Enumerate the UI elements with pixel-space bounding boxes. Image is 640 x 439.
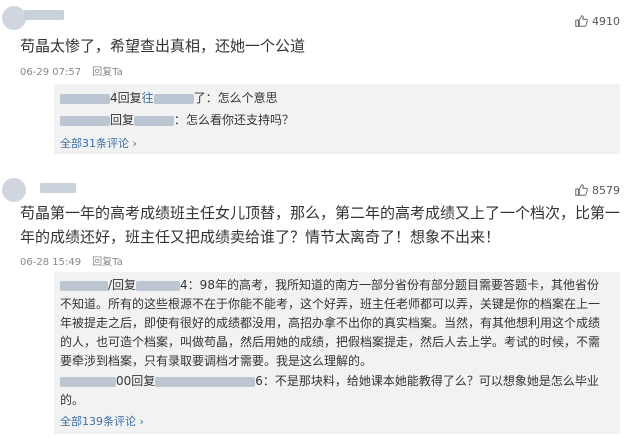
thumbs-up-icon [575,184,588,196]
reply-username[interactable] [60,93,110,104]
like-button[interactable]: 8579 [574,183,620,197]
comment-meta: 06-28 15:49 回复Ta [20,253,123,268]
reply-link[interactable]: 回复Ta [92,257,123,268]
reply-box: /回复 4：98年的高考，我所知道的南方一部分省份有部分题目需要答题卡，其他省份不… [54,272,620,434]
username[interactable] [24,10,64,20]
like-count: 8579 [592,183,620,197]
timestamp: 06-29 07:57 [20,67,82,78]
all-comments-link[interactable]: 全部31条评论 › [60,135,137,151]
mention-username[interactable] [134,115,175,126]
comment-meta: 06-29 07:57 回复Ta [20,63,123,78]
timestamp: 06-28 15:49 [20,257,82,268]
comment-text: 苟晶太惨了，希望查出真相，还她一个公道 [20,37,306,55]
like-button[interactable]: 4910 [574,14,620,28]
comment-text: 苟晶第一年的高考成绩班主任女儿顶替，那么，第二年的高考成绩又上了一个档次，比第一… [20,204,621,246]
reply-item: 00回复 6：不是那块料，给她课本她能教得了么？可以想象她是怎么毕业的。 [60,374,599,407]
reply-username[interactable] [60,115,110,126]
mention-username[interactable] [153,93,194,104]
mention-username[interactable] [155,376,256,387]
thumbs-up-icon [575,15,588,27]
avatar[interactable] [2,6,26,30]
reply-item: /回复 4：98年的高考，我所知道的南方一部分省份有部分题目需要答题卡，其他省份不… [60,278,601,368]
all-comments-link[interactable]: 全部139条评论 › [60,413,144,429]
username[interactable] [40,183,76,193]
reply-username[interactable] [60,376,116,387]
reply-link[interactable]: 回复Ta [92,67,123,78]
reply-item: 4回复往 了：怎么个意思 [60,88,610,108]
reply-box: 4回复往 了：怎么个意思 回复 ：怎么看你还支持吗？ 全部31条评论 › [54,84,620,154]
reply-username[interactable] [60,280,108,291]
avatar[interactable] [2,178,26,202]
like-count: 4910 [592,14,620,28]
mention-username[interactable] [136,280,181,291]
reply-item: 回复 ：怎么看你还支持吗？ [60,110,610,130]
